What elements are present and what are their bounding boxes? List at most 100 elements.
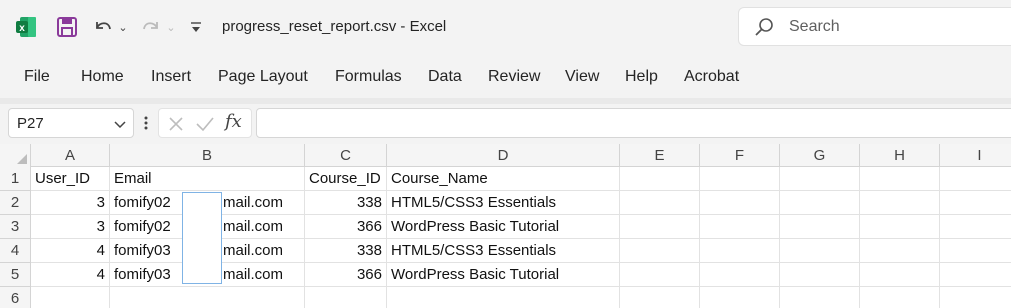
cell-empty[interactable] bbox=[305, 287, 387, 308]
row-header-3[interactable]: 3 bbox=[0, 215, 31, 239]
row-header-5[interactable]: 5 bbox=[0, 263, 31, 287]
cell-empty[interactable] bbox=[860, 215, 940, 239]
cell-empty[interactable] bbox=[940, 239, 1011, 263]
email-domain-part: mail.com bbox=[223, 266, 284, 283]
cell-empty[interactable] bbox=[780, 167, 860, 191]
formula-buttons: fx bbox=[158, 108, 252, 138]
tab-data[interactable]: Data bbox=[428, 68, 462, 86]
tab-view[interactable]: View bbox=[565, 68, 599, 86]
cell-empty[interactable] bbox=[700, 287, 780, 308]
cell-empty[interactable] bbox=[31, 287, 110, 308]
cell-a5[interactable]: 4 bbox=[31, 263, 110, 287]
redo-icon[interactable] bbox=[138, 14, 164, 40]
cell-c1[interactable]: Course_ID bbox=[305, 167, 387, 191]
cell-d5[interactable]: WordPress Basic Tutorial bbox=[387, 263, 620, 287]
check-icon[interactable] bbox=[195, 115, 215, 133]
email-local-part: fomify03 bbox=[114, 242, 171, 259]
customize-qat-icon[interactable] bbox=[186, 17, 206, 37]
cell-empty[interactable] bbox=[940, 167, 1011, 191]
cell-c3[interactable]: 366 bbox=[305, 215, 387, 239]
cancel-icon[interactable] bbox=[167, 115, 185, 133]
cell-empty[interactable] bbox=[940, 263, 1011, 287]
cell-empty[interactable] bbox=[700, 191, 780, 215]
column-header-f[interactable]: F bbox=[700, 144, 780, 167]
tab-page-layout[interactable]: Page Layout bbox=[218, 68, 308, 86]
cell-d4[interactable]: HTML5/CSS3 Essentials bbox=[387, 239, 620, 263]
column-header-e[interactable]: E bbox=[620, 144, 700, 167]
column-header-d[interactable]: D bbox=[387, 144, 620, 167]
cell-empty[interactable] bbox=[940, 191, 1011, 215]
cell-empty[interactable] bbox=[780, 287, 860, 308]
cell-empty[interactable] bbox=[700, 167, 780, 191]
select-all-corner[interactable] bbox=[0, 144, 31, 167]
chevron-down-icon[interactable] bbox=[113, 117, 127, 131]
cell-empty[interactable] bbox=[780, 263, 860, 287]
cell-empty[interactable] bbox=[940, 215, 1011, 239]
column-header-h[interactable]: H bbox=[860, 144, 940, 167]
cell-d3[interactable]: WordPress Basic Tutorial bbox=[387, 215, 620, 239]
cell-empty[interactable] bbox=[860, 167, 940, 191]
tab-insert[interactable]: Insert bbox=[151, 68, 191, 86]
cell-empty[interactable] bbox=[700, 239, 780, 263]
more-options-icon[interactable] bbox=[140, 112, 152, 134]
tab-file[interactable]: File bbox=[24, 68, 50, 86]
row-header-6[interactable]: 6 bbox=[0, 287, 31, 308]
formula-input[interactable] bbox=[256, 108, 1011, 138]
cell-empty[interactable] bbox=[620, 239, 700, 263]
search-box[interactable]: Search bbox=[738, 7, 1011, 46]
cell-empty[interactable] bbox=[860, 239, 940, 263]
cell-d1[interactable]: Course_Name bbox=[387, 167, 620, 191]
undo-dropdown-icon[interactable]: ⌄ bbox=[116, 18, 130, 36]
cell-empty[interactable] bbox=[860, 287, 940, 308]
tab-help[interactable]: Help bbox=[625, 68, 658, 86]
svg-text:x: x bbox=[19, 23, 25, 34]
save-icon[interactable] bbox=[54, 14, 80, 40]
name-box[interactable]: P27 bbox=[8, 108, 134, 138]
redo-dropdown-icon[interactable]: ⌄ bbox=[164, 18, 178, 36]
cell-empty[interactable] bbox=[780, 191, 860, 215]
row-header-1[interactable]: 1 bbox=[0, 167, 31, 191]
email-local-part: fomify02 bbox=[114, 218, 171, 235]
cell-empty[interactable] bbox=[620, 287, 700, 308]
tab-review[interactable]: Review bbox=[488, 68, 540, 86]
title-bar: x ⌄ ⌄ progress_reset_report.csv - Excel bbox=[0, 0, 1011, 56]
column-header-g[interactable]: G bbox=[780, 144, 860, 167]
tab-home[interactable]: Home bbox=[81, 68, 124, 86]
cell-empty[interactable] bbox=[387, 287, 620, 308]
tab-acrobat[interactable]: Acrobat bbox=[684, 68, 739, 86]
tab-formulas[interactable]: Formulas bbox=[335, 68, 402, 86]
cell-empty[interactable] bbox=[700, 215, 780, 239]
column-header-a[interactable]: A bbox=[31, 144, 110, 167]
email-domain-part: mail.com bbox=[223, 218, 284, 235]
cell-d2[interactable]: HTML5/CSS3 Essentials bbox=[387, 191, 620, 215]
insert-function-icon[interactable]: fx bbox=[225, 111, 242, 132]
cell-empty[interactable] bbox=[700, 263, 780, 287]
cell-a3[interactable]: 3 bbox=[31, 215, 110, 239]
cell-b1[interactable]: Email bbox=[110, 167, 305, 191]
cell-empty[interactable] bbox=[110, 287, 305, 308]
row-header-2[interactable]: 2 bbox=[0, 191, 31, 215]
cell-a2[interactable]: 3 bbox=[31, 191, 110, 215]
cell-c4[interactable]: 338 bbox=[305, 239, 387, 263]
cell-a4[interactable]: 4 bbox=[31, 239, 110, 263]
cell-empty[interactable] bbox=[620, 215, 700, 239]
column-header-row: A B C D E F G H I bbox=[0, 144, 1011, 167]
cell-c2[interactable]: 338 bbox=[305, 191, 387, 215]
cell-c5[interactable]: 366 bbox=[305, 263, 387, 287]
ribbon-tabs: File Home Insert Page Layout Formulas Da… bbox=[0, 56, 1011, 98]
cell-empty[interactable] bbox=[940, 287, 1011, 308]
cell-empty[interactable] bbox=[780, 215, 860, 239]
cell-empty[interactable] bbox=[780, 239, 860, 263]
column-header-c[interactable]: C bbox=[305, 144, 387, 167]
cell-empty[interactable] bbox=[860, 263, 940, 287]
row-header-4[interactable]: 4 bbox=[0, 239, 31, 263]
cell-empty[interactable] bbox=[860, 191, 940, 215]
undo-icon[interactable] bbox=[90, 14, 116, 40]
cell-empty[interactable] bbox=[620, 191, 700, 215]
excel-icon: x bbox=[14, 15, 38, 39]
cell-a1[interactable]: User_ID bbox=[31, 167, 110, 191]
cell-empty[interactable] bbox=[620, 263, 700, 287]
column-header-i[interactable]: I bbox=[940, 144, 1011, 167]
cell-empty[interactable] bbox=[620, 167, 700, 191]
column-header-b[interactable]: B bbox=[110, 144, 305, 167]
